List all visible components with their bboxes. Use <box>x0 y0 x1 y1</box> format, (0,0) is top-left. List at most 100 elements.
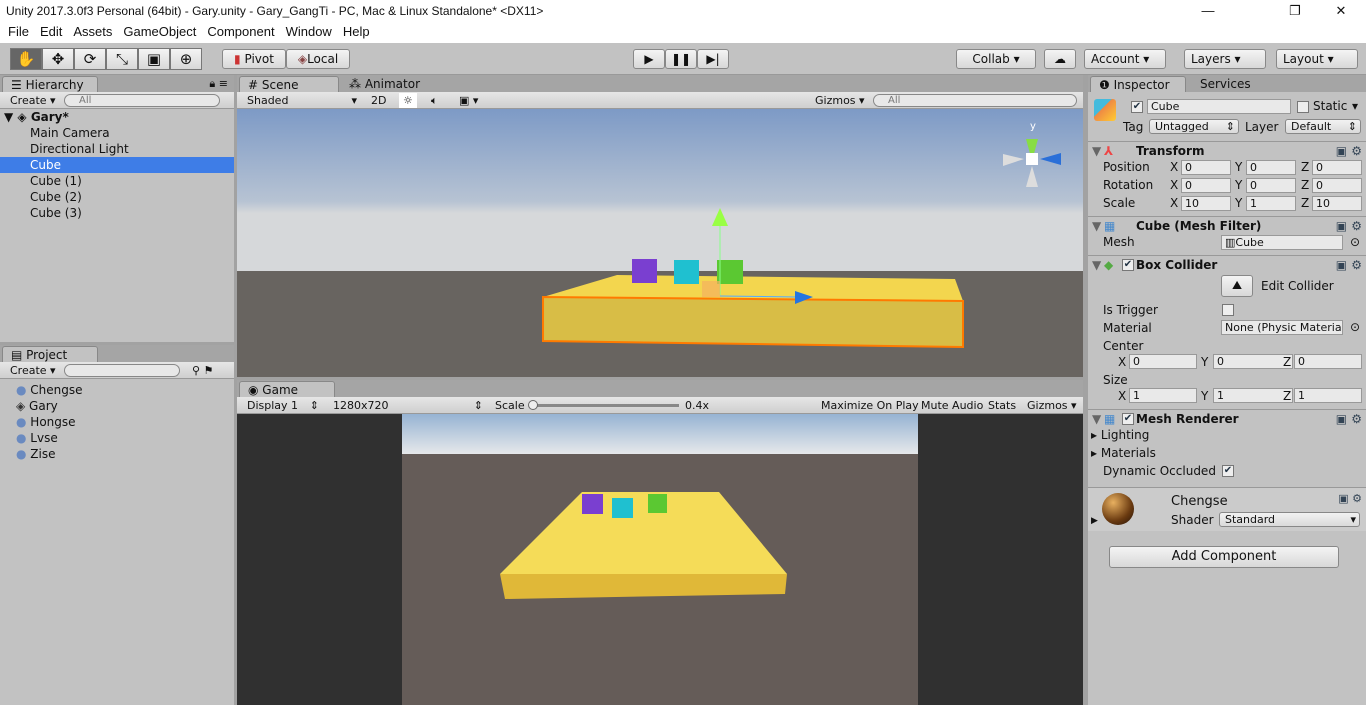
cloud-icon[interactable]: ☁ <box>1044 49 1076 69</box>
center-x-field[interactable]: 0 <box>1129 354 1197 369</box>
settings-gear-icon[interactable]: ▣ ⚙ <box>1336 217 1362 235</box>
center-z-field[interactable]: 0 <box>1294 354 1362 369</box>
project-item[interactable]: ● Chengse <box>0 382 234 398</box>
filter-icon[interactable]: ⚲ ⚑ <box>188 363 217 378</box>
close-button[interactable]: ✕ <box>1318 0 1364 22</box>
play-button[interactable]: ▶ <box>633 49 665 69</box>
static-checkbox[interactable] <box>1297 101 1309 113</box>
settings-gear-icon[interactable]: ▣ ⚙ <box>1336 142 1362 160</box>
tab-hierarchy[interactable]: ☰ Hierarchy <box>2 76 98 92</box>
rotate-tool-icon[interactable]: ⟳ <box>74 48 106 70</box>
lighting-toggle-icon[interactable]: ☼ <box>399 93 417 108</box>
y-field[interactable]: 0 <box>1246 160 1296 175</box>
object-picker-icon[interactable]: ⊙ <box>1350 320 1360 334</box>
cube-green[interactable] <box>717 260 743 284</box>
shader-dropdown[interactable]: Standard ▾ <box>1219 512 1360 527</box>
layout-dropdown[interactable]: Layout ▾ <box>1276 49 1358 69</box>
scene-viewport[interactable]: y <box>237 109 1083 377</box>
display-dropdown[interactable]: Display 1 ⇕ <box>243 398 323 413</box>
x-field[interactable]: 0 <box>1181 178 1231 193</box>
layers-dropdown[interactable]: Layers ▾ <box>1184 49 1266 69</box>
size-y-field[interactable]: 1 <box>1213 388 1293 403</box>
account-dropdown[interactable]: Account ▾ <box>1084 49 1166 69</box>
hierarchy-item[interactable]: Cube (2) <box>0 189 234 205</box>
project-create-dropdown[interactable]: Create ▾ <box>6 363 60 378</box>
hierarchy-item[interactable]: Main Camera <box>0 125 234 141</box>
project-search-input[interactable] <box>64 364 180 377</box>
settings-gear-icon[interactable]: ▣ ⚙ <box>1338 492 1362 505</box>
is-trigger-checkbox[interactable] <box>1222 304 1234 316</box>
hierarchy-item[interactable]: Cube (1) <box>0 173 234 189</box>
hierarchy-item[interactable]: Cube <box>0 157 234 173</box>
mesh-renderer-enabled-checkbox[interactable]: ✔ <box>1122 413 1134 425</box>
menu-help[interactable]: Help <box>343 24 370 39</box>
project-item[interactable]: ● Zise <box>0 446 234 462</box>
active-checkbox[interactable]: ✔ <box>1131 101 1143 113</box>
gizmos-dropdown[interactable]: Gizmos ▾ <box>811 93 869 108</box>
menu-window[interactable]: Window <box>286 24 332 39</box>
project-item[interactable]: ◈ Gary <box>0 398 234 414</box>
physic-material-field[interactable]: None (Physic Materia <box>1221 320 1343 335</box>
foldout-icon[interactable]: ▼ <box>1092 410 1101 428</box>
gizmo-plane[interactable] <box>702 281 720 297</box>
scale-slider[interactable] <box>528 400 679 410</box>
hand-tool-icon[interactable]: ✋ <box>10 48 42 70</box>
menu-file[interactable]: File <box>8 24 29 39</box>
tab-scene[interactable]: # Scene <box>239 76 339 92</box>
layer-dropdown[interactable]: Default ⇕ <box>1285 119 1361 134</box>
foldout-icon[interactable]: ▶ <box>1091 516 1098 526</box>
mute-audio-toggle[interactable]: Mute Audio <box>917 398 987 413</box>
menu-edit[interactable]: Edit <box>40 24 62 39</box>
mesh-field[interactable]: ▥Cube <box>1221 235 1343 250</box>
size-z-field[interactable]: 1 <box>1294 388 1362 403</box>
minimize-button[interactable]: — <box>1180 0 1236 22</box>
edit-collider-button[interactable]: ⛰ <box>1221 275 1253 297</box>
step-button[interactable]: ▶| <box>697 49 729 69</box>
settings-gear-icon[interactable]: ▣ ⚙ <box>1336 256 1362 274</box>
z-field[interactable]: 10 <box>1312 196 1362 211</box>
scene-root[interactable]: ▼ ◈ Gary* <box>0 109 234 125</box>
scene-search-input[interactable]: All <box>873 94 1077 107</box>
scale-slider-thumb[interactable] <box>528 400 538 410</box>
tab-animator[interactable]: ⁂ Animator <box>341 76 428 92</box>
tab-inspector[interactable]: ❶ Inspector <box>1090 76 1186 92</box>
hierarchy-item[interactable]: Cube (3) <box>0 205 234 221</box>
tab-game[interactable]: ◉ Game <box>239 381 335 397</box>
effects-dropdown-icon[interactable]: ▣ ▾ <box>455 93 482 108</box>
tab-project[interactable]: ▤ Project <box>2 346 98 362</box>
audio-toggle-icon[interactable]: 🔈︎ <box>427 93 442 108</box>
project-item[interactable]: ● Lvse <box>0 430 234 446</box>
transform-tool-icon[interactable]: ⊕ <box>170 48 202 70</box>
shading-dropdown[interactable]: Shaded ▾ <box>243 93 361 108</box>
pivot-button[interactable]: ▮ Pivot <box>222 49 286 69</box>
hierarchy-item[interactable]: Directional Light <box>0 141 234 157</box>
maximize-on-play-toggle[interactable]: Maximize On Play <box>817 398 923 413</box>
materials-foldout[interactable]: ▸ Materials <box>1091 446 1156 460</box>
name-field[interactable]: Cube <box>1147 99 1291 114</box>
cube-purple[interactable] <box>632 259 657 283</box>
resolution-dropdown[interactable]: 1280x720 ⇕ <box>329 398 487 413</box>
rect-tool-icon[interactable]: ▣ <box>138 48 170 70</box>
tab-services[interactable]: Services <box>1192 76 1259 92</box>
tag-dropdown[interactable]: Untagged ⇕ <box>1149 119 1239 134</box>
size-x-field[interactable]: 1 <box>1129 388 1197 403</box>
collab-button[interactable]: Collab ▾ <box>956 49 1036 69</box>
lock-icon[interactable]: 🔒︎ ≡ <box>209 77 228 91</box>
box-collider-enabled-checkbox[interactable]: ✔ <box>1122 259 1134 271</box>
foldout-icon[interactable]: ▼ <box>1092 256 1101 274</box>
maximize-button[interactable]: ❐ <box>1272 0 1318 22</box>
project-item[interactable]: ● Hongse <box>0 414 234 430</box>
foldout-icon[interactable]: ▼ <box>1092 217 1101 235</box>
2d-toggle[interactable]: 2D <box>367 93 390 108</box>
z-field[interactable]: 0 <box>1312 178 1362 193</box>
foldout-icon[interactable]: ▼ <box>1092 142 1101 160</box>
x-field[interactable]: 0 <box>1181 160 1231 175</box>
dynamic-occluded-checkbox[interactable]: ✔ <box>1222 465 1234 477</box>
menu-component[interactable]: Component <box>207 24 274 39</box>
y-field[interactable]: 1 <box>1246 196 1296 211</box>
y-field[interactable]: 0 <box>1246 178 1296 193</box>
cube-cyan[interactable] <box>674 260 699 284</box>
center-y-field[interactable]: 0 <box>1213 354 1293 369</box>
scale-tool-icon[interactable]: ⤡ <box>106 48 138 70</box>
settings-gear-icon[interactable]: ▣ ⚙ <box>1336 410 1362 428</box>
